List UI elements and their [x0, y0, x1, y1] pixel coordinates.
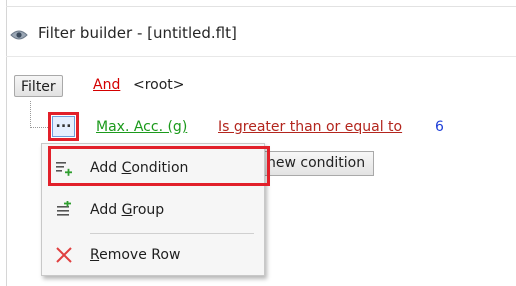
menu-item-add-condition[interactable]: Add Condition: [44, 150, 262, 186]
title-separator: [6, 56, 516, 57]
tree-connector-horizontal: [30, 127, 48, 128]
window-left-border: [6, 0, 7, 286]
condition-field-link[interactable]: Max. Acc. (g): [96, 119, 187, 135]
root-label: <root>: [133, 77, 185, 93]
menu-separator: [90, 233, 254, 234]
group-operator-link[interactable]: And: [93, 77, 120, 93]
row-menu-button[interactable]: ...: [52, 116, 75, 137]
eye-icon: [10, 27, 28, 40]
condition-value[interactable]: 6: [435, 119, 444, 135]
new-condition-button[interactable]: new condition: [258, 151, 375, 176]
add-condition-icon: [55, 159, 73, 177]
window-title: Filter builder - [untitled.flt]: [38, 24, 237, 42]
menu-label-remove-row: Remove Row: [90, 247, 181, 263]
tree-connector-vertical: [30, 101, 31, 128]
menu-item-add-group[interactable]: Add Group: [44, 192, 262, 228]
row-context-menu: Add Condition Add Group Remove Row: [41, 143, 265, 276]
title-bar: Filter builder - [untitled.flt]: [10, 24, 237, 42]
add-group-icon: [55, 200, 73, 219]
menu-label-add-group: Add Group: [90, 202, 165, 218]
menu-label-add-condition: Add Condition: [90, 160, 189, 176]
window-top-border: [6, 6, 516, 7]
remove-x-icon: [55, 246, 73, 264]
menu-item-remove-row[interactable]: Remove Row: [44, 237, 262, 273]
filter-root-button[interactable]: Filter: [14, 75, 63, 97]
condition-operator-link[interactable]: Is greater than or equal to: [218, 119, 402, 135]
